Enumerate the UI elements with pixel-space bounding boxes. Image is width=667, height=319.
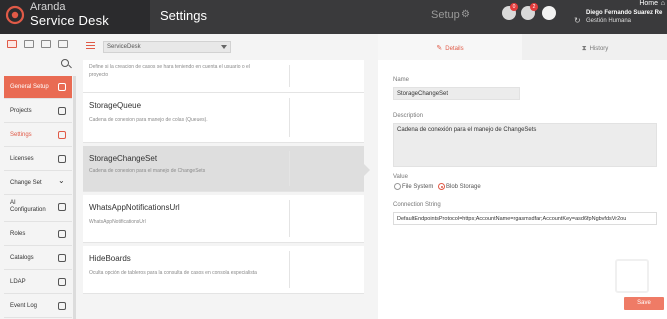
edit-icon: ✎ <box>436 45 443 52</box>
name-field[interactable]: StorageChangeSet <box>393 87 520 100</box>
setting-title: StorageQueue <box>89 101 142 110</box>
sidebar-item-projects[interactable]: Projects <box>4 100 72 123</box>
brand-line2: Service Desk <box>30 13 109 28</box>
setting-description: Cadena de conexion para manejo de colas … <box>89 117 208 123</box>
sliders-icon <box>58 131 66 139</box>
brand: Aranda Service Desk <box>0 0 150 34</box>
aranda-logo-icon <box>5 5 25 25</box>
setting-description: WhatsAppNotificationsUrl <box>89 219 146 225</box>
brand-line1: Aranda <box>30 1 66 13</box>
grid-view-icon[interactable] <box>7 40 17 48</box>
notification-badge: 2 <box>530 3 538 11</box>
list-view-icon[interactable] <box>41 40 51 48</box>
sidebar-item-label: Change Set <box>10 180 42 186</box>
gear-icon[interactable]: ⚙ <box>461 9 470 20</box>
card-divider <box>289 65 290 87</box>
sidebar-item-label: Settings <box>10 132 32 138</box>
card-divider <box>289 151 290 186</box>
gears-icon <box>58 83 66 91</box>
detail-tabs: ✎ Details ⧗ History <box>378 34 667 60</box>
connection-string-label: Connection String <box>393 202 441 208</box>
sidebar-item-settings[interactable]: Settings <box>4 124 72 147</box>
refresh-icon[interactable]: ↻ <box>574 16 581 25</box>
setting-card-selected[interactable]: StorageChangeSet Cadena de conexion para… <box>83 146 370 192</box>
detail-panel: ✎ Details ⧗ History Name StorageChangeSet … <box>378 34 667 319</box>
sidebar-item-licenses[interactable]: Licenses <box>4 148 72 171</box>
monitor-view-icon[interactable] <box>24 40 34 48</box>
setup-label[interactable]: Setup <box>431 9 460 21</box>
chevron-down-icon: ⌄ <box>58 176 65 185</box>
setting-card[interactable]: Define si la creacion de casos se hara t… <box>83 60 364 93</box>
sidebar-item-label: Roles <box>10 231 26 237</box>
sidebar-item-label: AI Configuration <box>10 200 46 213</box>
caret-down-icon <box>221 45 227 49</box>
home-icon[interactable]: ⌂ <box>661 0 665 7</box>
radio-blob-storage-label: Blob Storage <box>446 184 481 190</box>
sidebar-item-label: Catalogs <box>10 255 34 261</box>
robot-icon <box>58 203 66 211</box>
sidebar-item-label: Event Log <box>10 303 38 309</box>
id-card-icon <box>58 230 66 238</box>
page-title: Settings <box>160 8 207 23</box>
sidebar-item-change-set[interactable]: Change Set ⌄ <box>4 172 72 195</box>
tab-history-label: History <box>589 46 609 52</box>
radio-file-system-label: File System <box>402 184 434 190</box>
setting-card[interactable]: StorageQueue Cadena de conexion para man… <box>83 93 364 143</box>
sidebar-item-event-log[interactable]: Event Log <box>4 295 72 318</box>
tab-history[interactable]: ⧗ History <box>523 34 667 60</box>
notification-badge: 0 <box>510 3 518 11</box>
sidebar-item-label: LDAP <box>10 279 26 285</box>
tools-button[interactable] <box>542 6 556 20</box>
card-divider <box>289 98 290 137</box>
tab-details-label: Details <box>445 46 464 52</box>
setting-description: Oculta opción de tableros para la consul… <box>89 270 257 276</box>
archive-view-icon[interactable] <box>58 40 68 48</box>
setting-description: Cadena de conexion para el manejo de Cha… <box>89 168 206 174</box>
top-bar: Aranda Service Desk Settings Setup ⚙ 0 2… <box>0 0 667 34</box>
setting-description: Define si la creacion de casos se hara t… <box>89 64 250 78</box>
user-name[interactable]: Diego Fernando Suarez Re <box>586 10 662 16</box>
setting-card[interactable]: WhatsAppNotificationsUrl WhatsAppNotific… <box>83 195 364 243</box>
view-switcher <box>0 34 76 56</box>
setting-card[interactable]: HideBoards Oculta opción de tableros par… <box>83 246 364 294</box>
ldap-icon <box>58 278 66 286</box>
user-group: Gestión Humana <box>586 18 632 24</box>
setting-title: HideBoards <box>89 254 131 263</box>
hourglass-icon: ⧗ <box>581 45 587 52</box>
save-button[interactable]: Save <box>624 297 664 310</box>
event-log-icon <box>58 302 66 310</box>
project-select-value: ServiceDesk <box>107 44 141 50</box>
setting-title: WhatsAppNotificationsUrl <box>89 203 180 212</box>
sidebar-item-roles[interactable]: Roles <box>4 223 72 246</box>
description-field[interactable]: Cadena de conexión para el manejo de Cha… <box>393 123 657 167</box>
home-link[interactable]: Home <box>639 0 658 7</box>
sidebar-search <box>0 56 76 74</box>
sidebar-item-label: Projects <box>10 108 32 114</box>
catalog-icon <box>58 254 66 262</box>
setting-title: StorageChangeSet <box>89 154 158 163</box>
radio-blob-storage[interactable] <box>438 183 445 190</box>
sidebar-item-label: General Setup <box>10 84 49 90</box>
gear-icon <box>58 107 66 115</box>
name-label: Name <box>393 77 410 83</box>
tab-details[interactable]: ✎ Details <box>378 34 522 60</box>
sidebar-scrollbar[interactable] <box>73 76 76 319</box>
card-divider <box>289 200 290 237</box>
sidebar-item-ldap[interactable]: LDAP <box>4 271 72 294</box>
sidebar-item-catalogs[interactable]: Catalogs <box>4 247 72 270</box>
radio-file-system[interactable] <box>394 183 401 190</box>
description-label: Description <box>393 113 424 119</box>
value-label: Value <box>393 174 408 180</box>
sidebar-item-label: Licenses <box>10 156 34 162</box>
sidebar-item-ai-configuration[interactable]: AI Configuration <box>4 196 72 222</box>
menu-icon[interactable] <box>86 42 95 49</box>
sidebar-item-general-setup[interactable]: General Setup <box>4 76 72 99</box>
shield-icon <box>58 155 66 163</box>
connection-string-field[interactable]: DefaultEndpointsProtocol=https;AccountNa… <box>393 212 657 225</box>
card-divider <box>289 251 290 288</box>
search-icon[interactable] <box>61 59 69 67</box>
project-select[interactable]: ServiceDesk <box>103 41 231 53</box>
watermark-icon <box>615 259 649 293</box>
